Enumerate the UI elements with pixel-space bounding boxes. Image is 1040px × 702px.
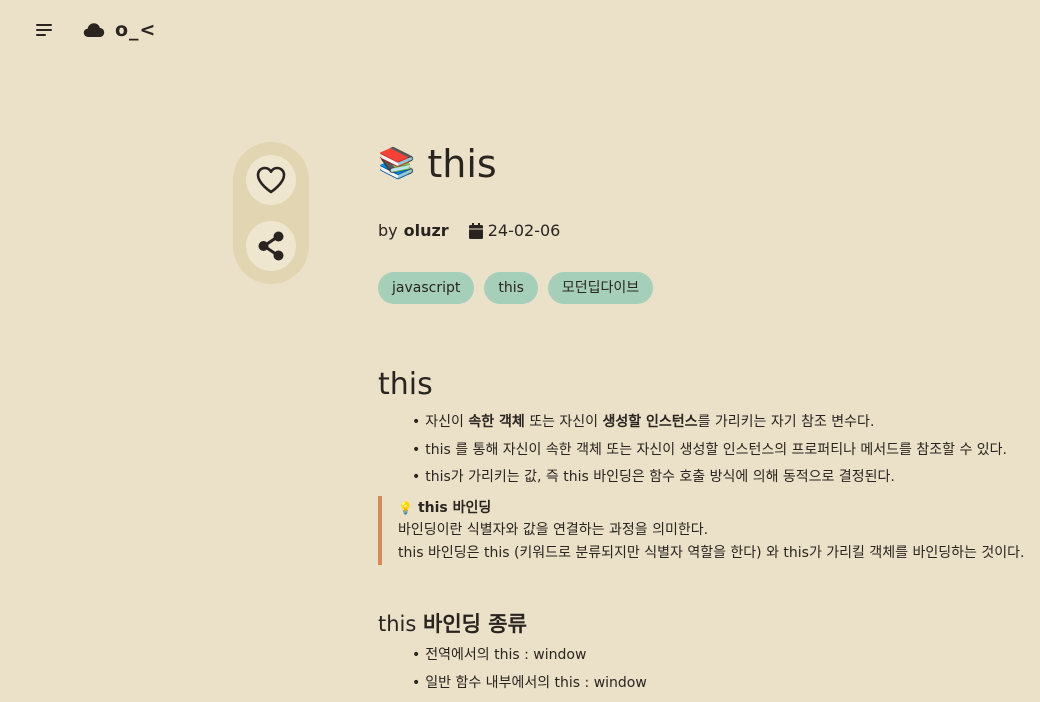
list-item: • 전역에서의 this : window	[412, 647, 587, 663]
calendar-icon	[468, 223, 483, 239]
post-meta: by oluzr 24-02-06	[378, 220, 560, 242]
books-emoji-icon: 📚	[378, 146, 416, 181]
tag-list: javascript this 모던딥다이브	[378, 272, 654, 304]
tag-moderndeepdive[interactable]: 모던딥다이브	[547, 272, 654, 304]
logo-text: o_<	[115, 19, 157, 41]
share-icon	[258, 231, 284, 261]
section-heading-binding-types: this 바인딩 종류	[378, 612, 527, 636]
site-logo[interactable]: o_<	[83, 15, 156, 45]
heart-icon	[256, 166, 286, 194]
bullet-list-2: • 전역에서의 this : window • 일반 함수 내부에서의 this :…	[378, 642, 1040, 697]
section-heading-this: this	[378, 367, 433, 402]
post-header: 📚 this by oluzr 24-02-06 javascript this…	[378, 140, 1038, 304]
tag-this[interactable]: this	[484, 272, 538, 304]
callout-box: 💡 this 바인딩 바인딩이란 식별자와 값을 연결하는 과정을 의미한다. …	[378, 495, 1040, 565]
like-button[interactable]	[246, 155, 296, 205]
tag-javascript[interactable]: javascript	[378, 272, 475, 304]
callout-line: 바인딩이란 식별자와 값을 연결하는 과정을 의미한다.	[398, 522, 709, 538]
list-item: • 자신이 속한 객체 또는 자신이 생성할 인스턴스를 가리키는 자기 참조 변…	[412, 414, 875, 430]
bullet-list-1: • 자신이 속한 객체 또는 자신이 생성할 인스턴스를 가리키는 자기 참조 변…	[378, 409, 1040, 492]
author-name[interactable]: oluzr	[404, 220, 449, 242]
list-item: • 일반 함수 내부에서의 this : window	[412, 674, 647, 691]
post-title: 📚 this	[378, 140, 1038, 188]
share-button[interactable]	[246, 221, 296, 271]
date-text: 24-02-06	[487, 221, 561, 240]
lightbulb-icon: 💡	[398, 500, 413, 515]
post-content: this • 자신이 속한 객체 또는 자신이 생성할 인스턴스를 가리키는 자기…	[378, 365, 1040, 697]
post-date: 24-02-06	[468, 220, 561, 242]
post-action-rail	[233, 142, 309, 284]
list-item: • this 를 통해 자신이 속한 객체 또는 자신이 생성할 인스턴스의 프로…	[412, 441, 1008, 458]
callout-line: this 바인딩은 this (키워드로 분류되지만 식별자 역할을 한다) 와…	[398, 544, 1025, 561]
hamburger-menu-icon[interactable]	[34, 20, 56, 40]
list-item: • this가 가리키는 값, 즉 this 바인딩은 함수 호출 방식에 의해 …	[412, 469, 895, 485]
callout-title: 💡 this 바인딩	[398, 497, 1040, 520]
by-label: by	[378, 221, 398, 240]
cloud-icon	[83, 23, 105, 37]
top-bar: o_<	[0, 0, 1040, 60]
post-title-text: this	[427, 142, 497, 186]
